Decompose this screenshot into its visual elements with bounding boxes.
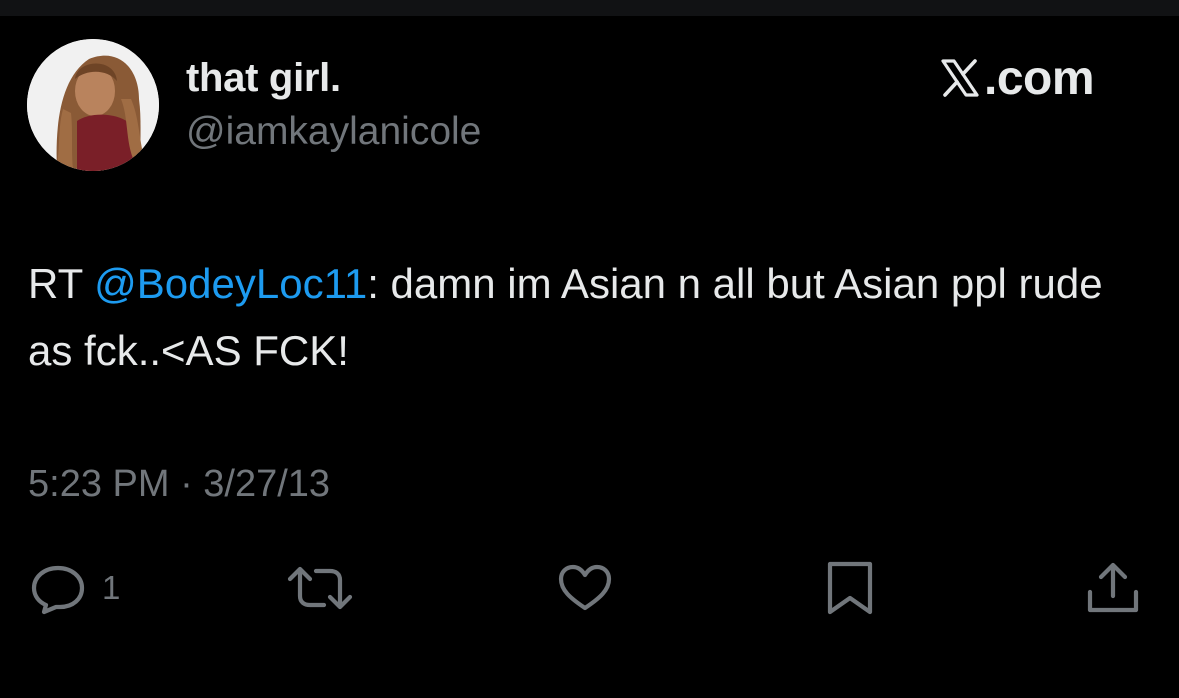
reply-count: 1 — [102, 569, 121, 606]
heart-icon — [558, 564, 612, 611]
retweet-button[interactable] — [286, 560, 354, 616]
share-icon — [1087, 562, 1139, 613]
user-handle[interactable]: @iamkaylanicole — [186, 110, 481, 154]
mention-link[interactable]: @BodeyLoc11 — [94, 260, 367, 307]
avatar[interactable] — [27, 39, 159, 171]
reply-button[interactable]: 1 — [28, 560, 120, 616]
bookmark-button[interactable] — [823, 560, 877, 616]
brand-watermark: .com — [940, 50, 1095, 106]
like-button[interactable] — [556, 560, 614, 616]
tweet-text: RT @BodeyLoc11: damn im Asian n all but … — [28, 250, 1148, 384]
reply-icon — [31, 565, 85, 615]
display-name[interactable]: that girl. — [186, 56, 341, 101]
timestamp[interactable]: 5:23 PM · 3/27/13 — [28, 463, 330, 506]
avatar-photo — [27, 39, 159, 171]
bookmark-icon — [827, 561, 873, 615]
retweet-icon — [287, 566, 353, 610]
share-button[interactable] — [1084, 560, 1142, 616]
top-edge-strip — [0, 0, 1179, 16]
retweet-prefix: RT — [28, 260, 95, 307]
brand-text: .com — [984, 51, 1095, 105]
x-logo-icon — [941, 59, 979, 97]
